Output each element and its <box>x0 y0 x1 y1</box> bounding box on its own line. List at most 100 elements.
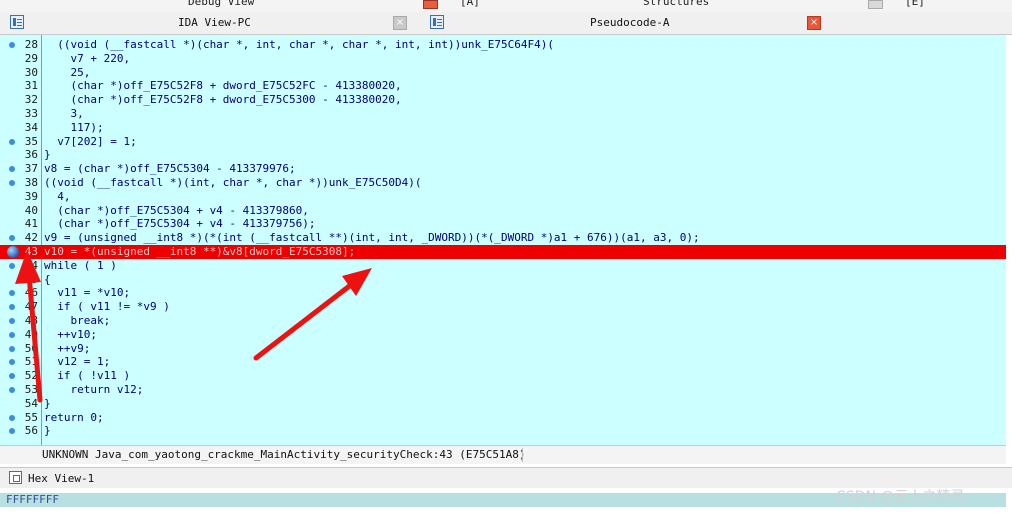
code-line[interactable]: 35 v7[202] = 1; <box>0 135 1006 149</box>
code-line[interactable]: 29 v7 + 220, <box>0 52 1006 66</box>
breakpoint-dot-icon[interactable] <box>9 235 15 242</box>
code-text[interactable]: v7[202] = 1; <box>44 135 136 149</box>
code-text[interactable]: v11 = *v10; <box>44 286 130 300</box>
code-text[interactable]: (char *)off_E75C52F8 + dword_E75C52FC - … <box>44 79 401 93</box>
breakpoint-dot-icon[interactable] <box>9 331 15 338</box>
code-text[interactable]: (char *)off_E75C52F8 + dword_E75C5300 - … <box>44 93 401 107</box>
code-line[interactable]: 31 (char *)off_E75C52F8 + dword_E75C52FC… <box>0 79 1006 93</box>
code-text[interactable]: 25, <box>44 66 90 80</box>
code-line[interactable]: 49 ++v10; <box>0 328 1006 342</box>
breakpoint-dot-icon[interactable] <box>9 318 15 324</box>
code-line[interactable]: 34 117); <box>0 121 1006 135</box>
code-text[interactable]: 117); <box>44 121 103 135</box>
code-text[interactable]: (char *)off_E75C5304 + v4 - 413379756); <box>44 217 315 231</box>
breakpoint-dot-icon[interactable] <box>9 262 15 269</box>
line-number: 53 <box>24 383 38 396</box>
code-line[interactable]: 38 ((void (__fastcall *)(int, char *, cha… <box>0 176 1006 190</box>
breakpoint-dot-icon[interactable] <box>9 373 15 380</box>
code-text[interactable]: ++v10; <box>44 328 97 342</box>
code-text[interactable]: v8 = (char *)off_E75C5304 - 413379976; <box>44 162 296 176</box>
breakpoint-dot-icon[interactable] <box>9 414 15 421</box>
tab-structures[interactable]: Structures <box>643 0 709 8</box>
code-line[interactable]: 30 25, <box>0 66 1006 80</box>
code-text[interactable]: ++v9; <box>44 342 90 356</box>
breakpoint-dot-icon[interactable] <box>9 138 15 145</box>
code-line[interactable]: 28 ((void (__fastcall *)(char *, int, ch… <box>0 38 1006 52</box>
code-text[interactable]: if ( v11 != *v9 ) <box>44 300 170 314</box>
code-line[interactable]: 53 return v12; <box>0 383 1006 397</box>
breakpoint-dot-icon[interactable] <box>9 345 15 352</box>
code-line[interactable]: 32 (char *)off_E75C52F8 + dword_E75C5300… <box>0 93 1006 107</box>
code-line[interactable]: 39 4, <box>0 190 1006 204</box>
hex-view-titlebar[interactable]: Hex View-1 <box>0 467 1012 488</box>
code-text[interactable]: ((void (__fastcall *)(char *, int, char … <box>44 38 554 52</box>
tab-debug-view[interactable]: Debug View <box>188 0 254 8</box>
code-text[interactable]: v7 + 220, <box>44 52 130 66</box>
line-number: 54 <box>24 396 38 410</box>
code-line[interactable]: 44 while ( 1 ) <box>0 259 1006 273</box>
code-line[interactable]: 54} <box>0 397 1006 411</box>
hex-view-icon <box>9 471 22 484</box>
code-line[interactable]: 33 3, <box>0 107 1006 121</box>
breakpoint-dot-icon[interactable] <box>9 166 15 173</box>
code-text[interactable]: { <box>44 273 51 287</box>
line-number: 34 <box>24 120 38 134</box>
code-text[interactable]: (char *)off_E75C5304 + v4 - 413379860, <box>44 204 309 218</box>
code-line[interactable]: 36} <box>0 148 1006 162</box>
breakpoint-dot-icon[interactable] <box>9 290 15 297</box>
breakpoint-dot-icon[interactable] <box>9 359 15 366</box>
code-line[interactable]: 51 v12 = 1; <box>0 355 1006 369</box>
code-text[interactable]: v12 = 1; <box>44 355 110 369</box>
tab-ida-view-pc[interactable]: IDA View-PC × <box>0 12 415 34</box>
code-text[interactable]: ((void (__fastcall *)(int, char *, char … <box>44 176 422 190</box>
structures-close-icon[interactable] <box>868 0 883 9</box>
debug-view-close-icon[interactable] <box>423 0 438 9</box>
pseudocode-editor[interactable]: 28 ((void (__fastcall *)(char *, int, ch… <box>0 35 1006 445</box>
watermark: CSDN @云上之精灵 <box>836 489 965 505</box>
line-number: 52 <box>24 369 38 383</box>
code-line[interactable]: 45 { <box>0 273 1006 287</box>
code-text[interactable]: v9 = (unsigned __int8 *)(*(int (__fastca… <box>44 231 700 245</box>
code-text[interactable]: while ( 1 ) <box>44 259 117 273</box>
code-text[interactable]: } <box>44 148 51 162</box>
ida-view-close-icon[interactable]: × <box>393 16 407 30</box>
line-number: 55 <box>24 410 38 424</box>
breakpoint-dot-icon[interactable] <box>9 180 15 186</box>
code-line[interactable]: 50 ++v9; <box>0 342 1006 356</box>
code-text[interactable]: if ( !v11 ) <box>44 369 130 383</box>
code-text[interactable]: 4, <box>44 190 70 204</box>
hex-view-title: Hex View-1 <box>28 472 95 485</box>
code-line[interactable]: 41 (char *)off_E75C5304 + v4 - 413379756… <box>0 217 1006 231</box>
code-text[interactable]: break; <box>44 314 110 328</box>
current-code-line[interactable]: 43 v10 = *(unsigned __int8 **)&v8[dword_E… <box>0 245 1006 259</box>
breakpoint-dot-icon[interactable] <box>9 42 15 48</box>
code-line[interactable]: 56} <box>0 424 1006 438</box>
code-line[interactable]: 47 if ( v11 != *v9 ) <box>0 300 1006 314</box>
code-text[interactable]: return v12; <box>44 383 143 397</box>
code-line[interactable]: 48 break; <box>0 314 1006 328</box>
pseudocode-status-bar: UNKNOWN Java_com_yaotong_crackme_MainAct… <box>0 445 1006 464</box>
tab-pseudocode-a[interactable]: Pseudocode-A × <box>420 12 1010 34</box>
code-text[interactable]: v10 = *(unsigned __int8 **)&v8[dword_E75… <box>44 245 355 259</box>
pseudocode-close-icon[interactable]: × <box>807 16 821 30</box>
breakpoint-dot-icon[interactable] <box>9 428 15 435</box>
line-number: 41 <box>24 217 38 231</box>
code-line[interactable]: 52 if ( !v11 ) <box>0 369 1006 383</box>
code-text[interactable]: } <box>44 424 51 438</box>
code-line[interactable]: 37 v8 = (char *)off_E75C5304 - 413379976; <box>0 162 1006 176</box>
line-number: 31 <box>24 79 38 93</box>
code-text[interactable]: return 0; <box>44 411 104 425</box>
breakpoint-dot-icon[interactable] <box>9 304 15 311</box>
tab-bracket-a[interactable]: [A] <box>460 0 480 8</box>
code-text[interactable]: 3, <box>44 107 83 121</box>
line-number: 39 <box>24 189 38 203</box>
code-line[interactable]: 55 return 0; <box>0 411 1006 425</box>
line-number: 43 <box>24 245 38 258</box>
breakpoint-dot-icon[interactable] <box>9 387 15 393</box>
code-line[interactable]: 42 v9 = (unsigned __int8 *)(*(int (__fast… <box>0 231 1006 245</box>
code-text[interactable]: } <box>44 397 51 411</box>
code-line[interactable]: 46 v11 = *v10; <box>0 286 1006 300</box>
tab-bracket-e[interactable]: [E] <box>905 0 925 8</box>
line-number: 35 <box>24 134 38 148</box>
code-line[interactable]: 40 (char *)off_E75C5304 + v4 - 413379860… <box>0 204 1006 218</box>
